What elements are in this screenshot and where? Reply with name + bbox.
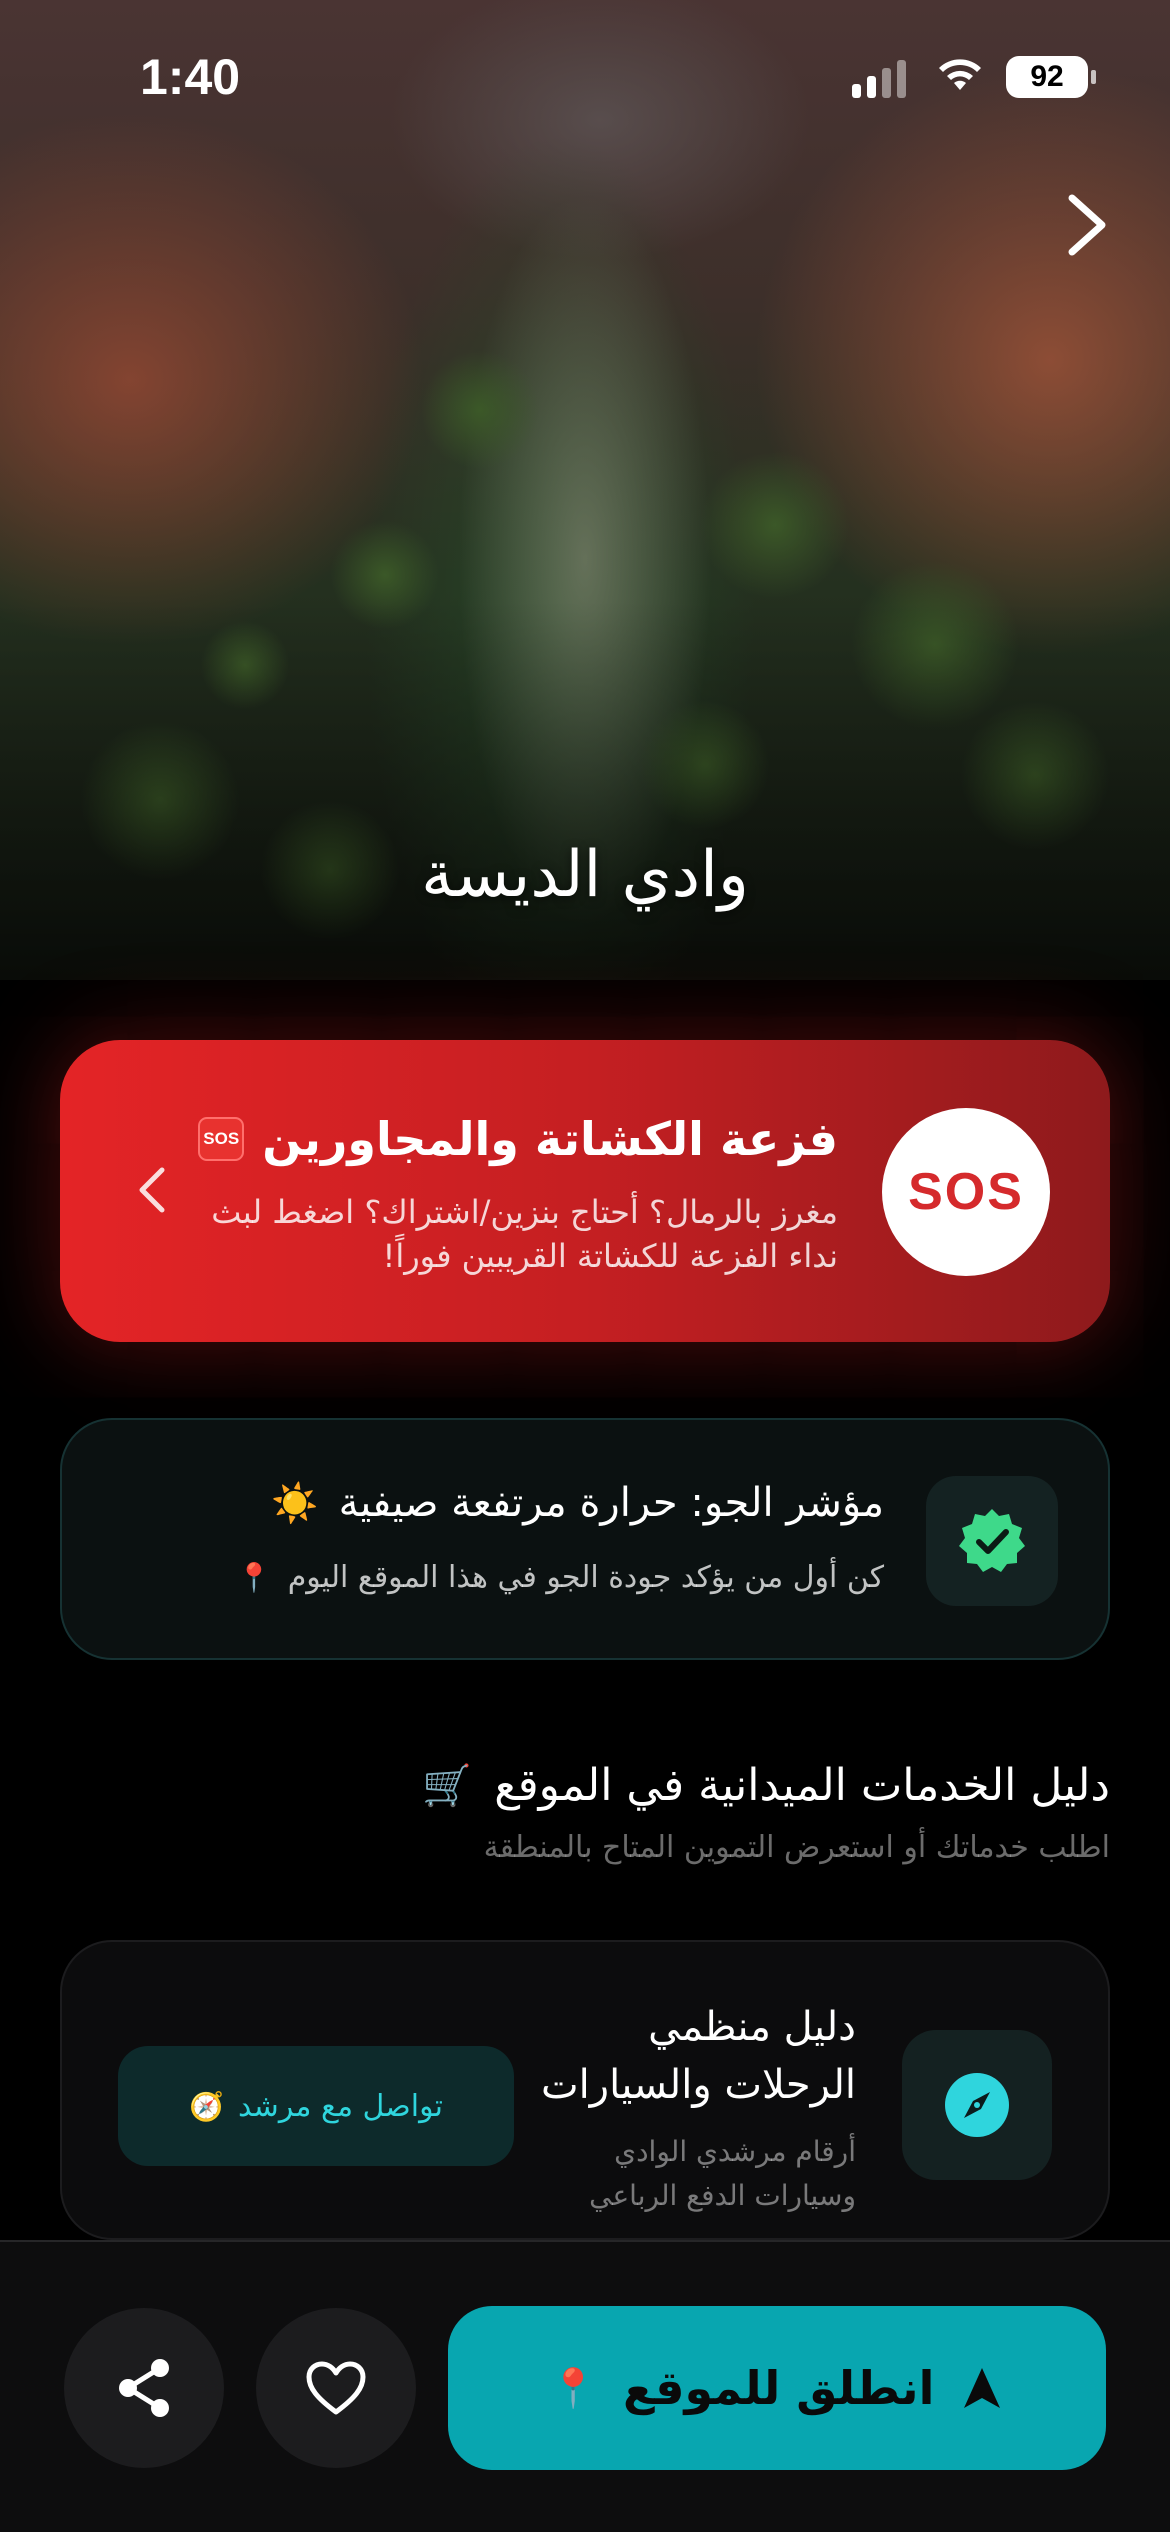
wifi-icon xyxy=(939,59,981,90)
heart-icon xyxy=(306,2361,366,2415)
go-to-location-label: انطلق للموقع xyxy=(622,2361,935,2415)
section-subtitle: اطلب خدماتك أو استعرض التموين المتاح بال… xyxy=(483,1830,1110,1865)
battery-indicator: 92 xyxy=(1006,56,1096,98)
status-time: 1:40 xyxy=(140,49,241,105)
service-card-guides[interactable]: دليل منظمي الرحلات والسيارات أرقام مرشدي… xyxy=(60,1940,1110,2240)
bottom-action-bar: انطلق للموقع 📍 xyxy=(0,2240,1170,2532)
compass-emoji-icon: 🧭 xyxy=(189,2089,224,2123)
chevron-right-icon[interactable] xyxy=(1058,190,1114,260)
sos-card[interactable]: SOS فزعة الكشاتة والمجاورين SOS مغرز بال… xyxy=(60,1040,1110,1342)
share-button[interactable] xyxy=(64,2308,224,2468)
weather-title-text: مؤشر الجو: حرارة مرتفعة صيفية xyxy=(338,1480,884,1526)
weather-subtitle-text: كن أول من يؤكد جودة الجو في هذا الموقع ا… xyxy=(287,1560,884,1595)
service-subtitle: أرقام مرشدي الوادي وسيارات الدفع الرباعي xyxy=(589,2135,856,2212)
verified-badge-icon xyxy=(926,1476,1058,1606)
contact-guide-button[interactable]: تواصل مع مرشد 🧭 xyxy=(118,2046,514,2166)
sos-button[interactable]: SOS xyxy=(882,1108,1050,1276)
status-bar: 1:40 92 xyxy=(0,0,1170,150)
sos-badge-icon: SOS xyxy=(198,1117,245,1161)
sun-icon: ☀️ xyxy=(271,1480,319,1525)
contact-guide-label: تواصل مع مرشد xyxy=(237,2088,443,2124)
weather-card[interactable]: مؤشر الجو: حرارة مرتفعة صيفية ☀️ كن أول … xyxy=(60,1418,1110,1660)
pin-icon: 📍 xyxy=(236,1561,272,1594)
share-icon xyxy=(119,2359,169,2417)
sos-title: فزعة الكشاتة والمجاورين SOS xyxy=(198,1112,838,1166)
weather-title: مؤشر الجو: حرارة مرتفعة صيفية ☀️ xyxy=(271,1480,884,1526)
pin-icon: 📍 xyxy=(549,2365,597,2410)
sos-description: مغرز بالرمال؟ أحتاج بنزين/اشتراك؟ اضغط ل… xyxy=(211,1193,838,1275)
sos-title-text: فزعة الكشاتة والمجاورين xyxy=(262,1112,838,1166)
favorite-button[interactable] xyxy=(256,2308,416,2468)
cellular-signal-icon xyxy=(852,60,906,98)
compass-icon xyxy=(902,2030,1052,2180)
section-title-text: دليل الخدمات الميدانية في الموقع xyxy=(494,1760,1110,1811)
go-to-location-button[interactable]: انطلق للموقع 📍 xyxy=(448,2306,1106,2470)
location-title: وادي الديسة xyxy=(421,838,749,912)
cart-icon: 🛒 xyxy=(422,1763,473,1809)
chevron-left-icon xyxy=(139,1167,165,1213)
navigation-arrow-icon xyxy=(964,2368,1001,2408)
section-title: دليل الخدمات الميدانية في الموقع 🛒 xyxy=(422,1760,1110,1811)
service-title: دليل منظمي الرحلات والسيارات xyxy=(541,2004,856,2108)
weather-subtitle: كن أول من يؤكد جودة الجو في هذا الموقع ا… xyxy=(237,1560,884,1595)
